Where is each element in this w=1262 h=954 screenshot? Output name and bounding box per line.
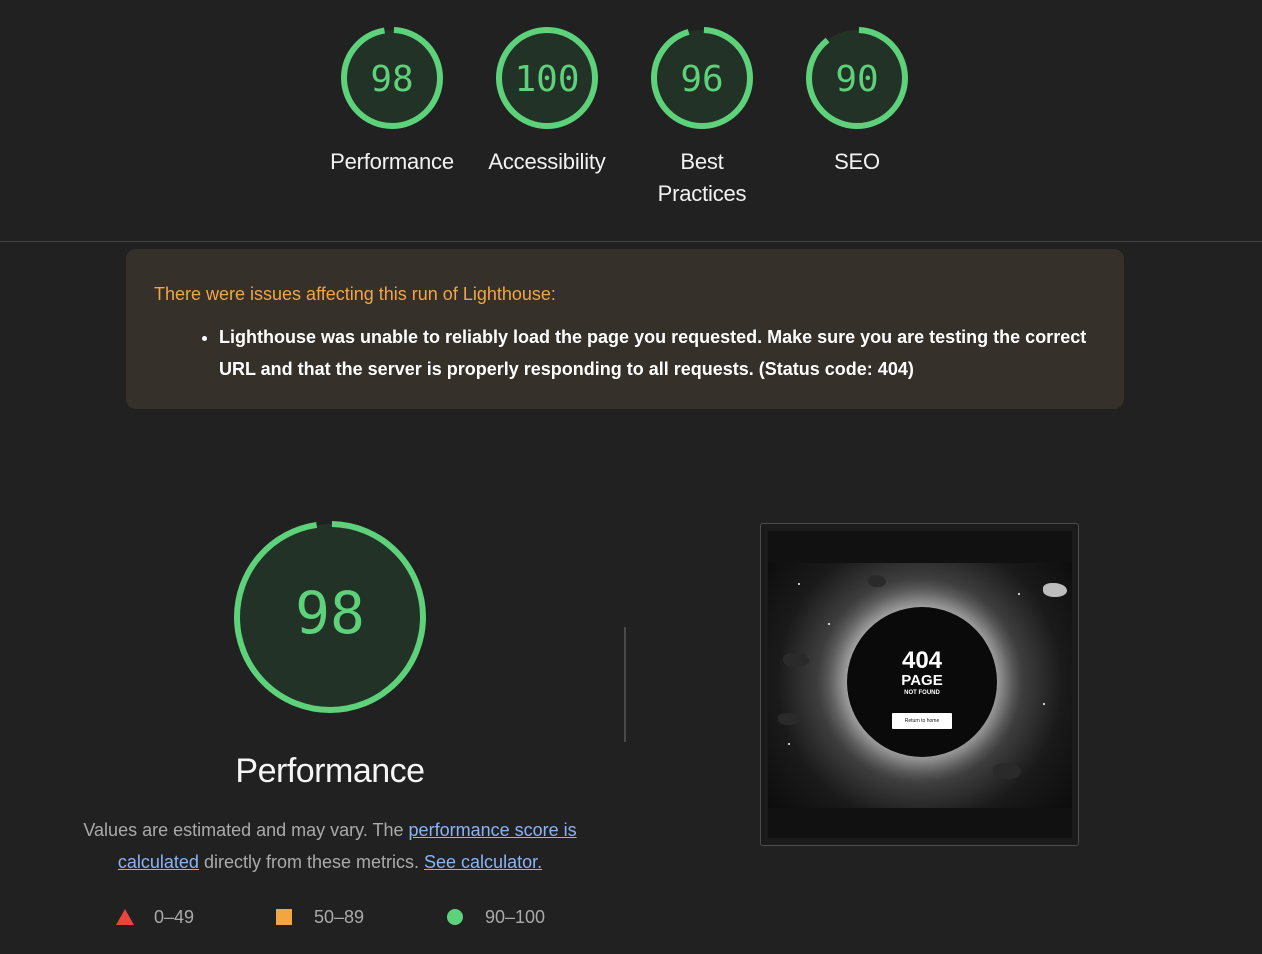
category-gauges: 98 Performance 100 Accessibility 96 Best… (0, 0, 1262, 241)
legend-pass: 90–100 (447, 906, 545, 928)
header-divider (0, 241, 1262, 242)
gauge-performance[interactable]: 98 Performance (322, 26, 462, 178)
legend-range: 0–49 (154, 906, 195, 927)
gauge-score: 100 (514, 59, 579, 100)
error-circle: 404 PAGE NOT FOUND Return to home (847, 607, 997, 757)
gauge-score: 96 (680, 59, 723, 100)
screenshot-image: 404 PAGE NOT FOUND Return to home (768, 563, 1072, 808)
screenshot-bottom-bar (768, 808, 1072, 838)
gauge-label: Performance (330, 149, 454, 174)
desc-text: directly from these metrics. (198, 852, 425, 872)
error-not-found: NOT FOUND (904, 690, 940, 696)
circle-icon (447, 909, 463, 925)
gauge-ring: 90 (806, 27, 908, 129)
performance-gauge-ring: 98 (234, 521, 426, 713)
return-home-button: Return to home (892, 713, 952, 729)
gauge-accessibility[interactable]: 100 Accessibility (477, 26, 617, 178)
gauge-label: SEO (834, 149, 880, 174)
triangle-icon (116, 909, 134, 925)
error-page: PAGE (901, 672, 943, 689)
gauge-label: Best Practices (657, 149, 747, 206)
legend-fail: 0–49 (116, 906, 194, 928)
performance-description: Values are estimated and may vary. The p… (60, 814, 600, 878)
gauge-best-practices[interactable]: 96 Best Practices (632, 26, 772, 210)
error-code: 404 (901, 647, 943, 674)
warning-title: There were issues affecting this run of … (154, 284, 556, 304)
warning-list: Lighthouse was unable to reliably load t… (154, 321, 1096, 385)
performance-gauge: 98 (230, 517, 430, 717)
performance-score: 98 (295, 579, 365, 647)
performance-title: Performance (235, 752, 425, 790)
legend-range: 50–89 (314, 906, 365, 927)
gauge-ring: 98 (341, 27, 443, 129)
warning-box: There were issues affecting this run of … (126, 249, 1124, 409)
warning-item: Lighthouse was unable to reliably load t… (219, 321, 1096, 385)
gauge-score: 98 (370, 59, 413, 100)
gauge-ring: 96 (651, 27, 753, 129)
gauge-ring: 100 (496, 27, 598, 129)
gauge-score: 90 (835, 59, 878, 100)
legend-range: 90–100 (485, 906, 546, 927)
lighthouse-report: 98 Performance 100 Accessibility 96 Best… (0, 0, 1262, 954)
vertical-divider (624, 627, 626, 742)
screenshot-top-bar (768, 531, 1072, 563)
legend-average: 50–89 (276, 906, 364, 928)
square-icon (276, 909, 292, 925)
gauge-label: Accessibility (488, 149, 606, 174)
see-calculator-link[interactable]: See calculator. (424, 852, 542, 872)
gauge-seo[interactable]: 90 SEO (787, 26, 927, 178)
final-screenshot[interactable]: 404 PAGE NOT FOUND Return to home (760, 523, 1079, 846)
desc-text: Values are estimated and may vary. The (83, 820, 409, 840)
screenshot-frame: 404 PAGE NOT FOUND Return to home (768, 531, 1072, 838)
